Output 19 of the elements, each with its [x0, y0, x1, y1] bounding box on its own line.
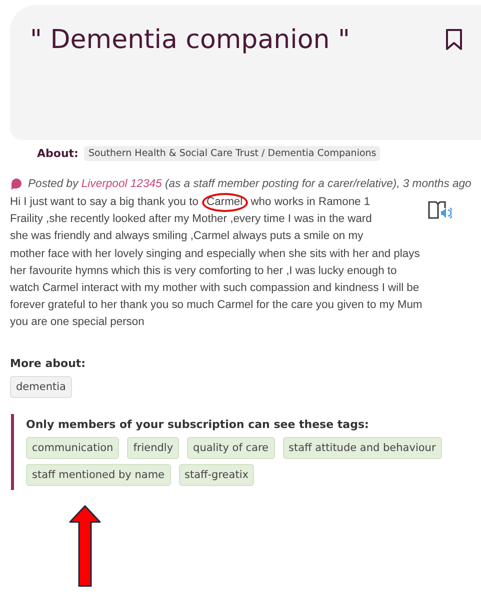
member-tag[interactable]: quality of care: [187, 436, 275, 459]
member-tag[interactable]: communication: [26, 436, 120, 459]
author-link[interactable]: Liverpool 12345: [81, 178, 162, 190]
member-tag[interactable]: staff mentioned by name: [26, 464, 171, 486]
member-tag[interactable]: staff-greatix: [178, 464, 254, 486]
speech-bubble-icon: [11, 178, 22, 190]
topic-tag[interactable]: dementia: [10, 376, 72, 398]
posted-by-text: Posted by Liverpool 12345 (as a staff member posting for a carer/relative), 3 months ago: [28, 178, 472, 190]
member-tags-heading: Only members of your subscription can see these tags:: [26, 418, 370, 431]
member-tag[interactable]: staff attitude and behaviour: [282, 436, 442, 459]
member-tag[interactable]: friendly: [127, 436, 180, 459]
circled-name: Carmel: [202, 193, 248, 212]
post-title: " Dementia companion ": [30, 25, 350, 55]
more-about-label: More about:: [10, 356, 87, 370]
about-label: About:: [37, 147, 78, 160]
story-text: Hi I just want to say a big thank you to Carmel who works in Ramone 1 Fraility ,she recently looked after my Mother ,every time I was in the ward she was friendly and always smiling ,Carmel always puts a smile on my mother face with her lovely singing and especially when she sits with her and plays her favourite hymns which this is very comforting to her ,I was lucky enough to watch Carmel interact with my mother with such compassion and kindness I will be forever grateful to her thank you so much Carmel for the care you given to my Mum you are one special person: [10, 194, 422, 332]
about-tag[interactable]: Southern Health & Social Care Trust / Dementia Companions: [84, 146, 380, 161]
read-aloud-icon[interactable]: [428, 200, 452, 220]
bookmark-icon[interactable]: [445, 29, 463, 51]
